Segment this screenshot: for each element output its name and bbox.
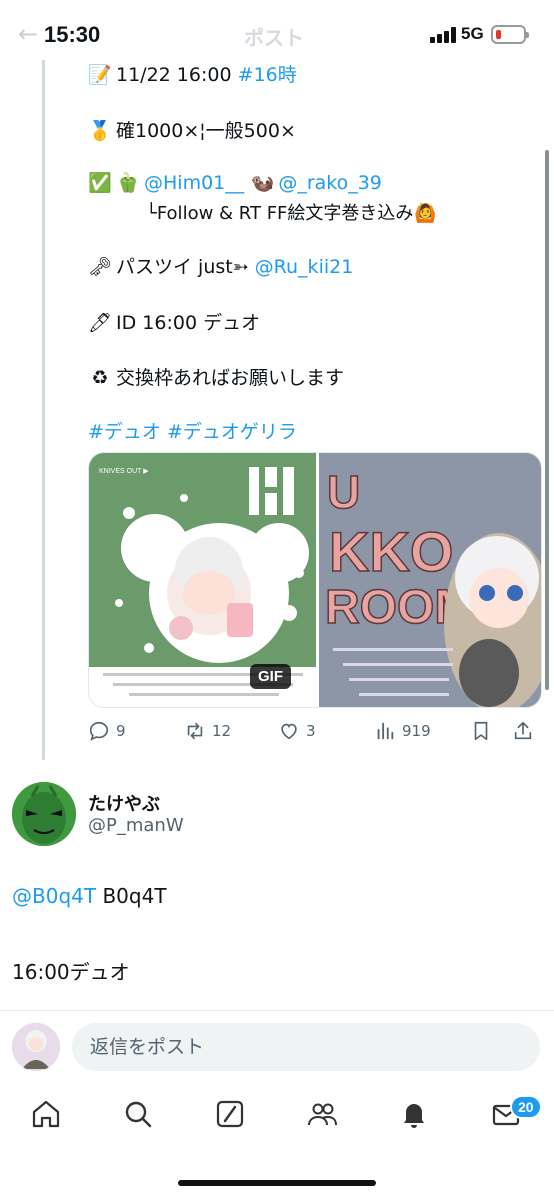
avatar[interactable] <box>12 782 76 846</box>
media-gif-right[interactable]: U KKO ROOM <box>319 453 541 707</box>
back-arrow-icon[interactable]: ← <box>18 20 38 48</box>
search-icon <box>125 1101 152 1128</box>
communities-icon <box>308 1103 337 1126</box>
clock: 15:30 <box>44 22 101 47</box>
tweet-line-hashtags: #デュオ #デュオゲリラ <box>88 417 297 444</box>
heart-icon <box>281 723 297 740</box>
gif-badge: GIF <box>250 664 291 689</box>
bookmark-button[interactable] <box>470 720 492 742</box>
medal-icon: 🥇 <box>88 120 112 142</box>
grok-icon <box>216 1100 244 1128</box>
battery-icon <box>491 25 529 44</box>
like-button[interactable]: 3 <box>278 720 316 742</box>
reply-count: 9 <box>116 722 126 740</box>
mention-link[interactable]: @B0q4T <box>12 884 96 908</box>
avatar-image <box>12 782 76 846</box>
reply-input[interactable] <box>72 1023 540 1071</box>
scrollbar[interactable] <box>545 150 549 690</box>
tab-grok[interactable] <box>214 1098 246 1130</box>
thread-line <box>42 60 45 760</box>
bar-chart-icon <box>377 722 394 740</box>
tweet-line-id: 🖊 ID 16:00 デュオ <box>88 312 261 334</box>
reply-button[interactable]: 9 <box>88 720 126 742</box>
memo-icon: 📝 <box>88 64 112 86</box>
reply-line-2: 16:00デュオ <box>12 960 130 984</box>
share-icon <box>514 721 532 740</box>
check-icon: ✅ <box>88 172 112 194</box>
tab-home[interactable] <box>30 1098 62 1130</box>
reply-line-1: @B0q4T B0q4T <box>12 884 167 908</box>
view-count: 919 <box>402 722 431 740</box>
bookmark-icon <box>474 721 488 741</box>
otter-icon: 🦦 <box>250 172 275 194</box>
page-title: ポスト <box>244 26 304 50</box>
key-icon: 🗝 <box>88 256 113 278</box>
home-icon <box>32 1100 60 1128</box>
my-avatar-image <box>12 1023 60 1071</box>
repost-count: 12 <box>212 722 232 740</box>
user-handle[interactable]: @P_manW <box>88 815 184 836</box>
tweet-line-mentions: ✅ 🫑 @Him01__ 🦦 @_rako_39 <box>88 171 382 194</box>
reply-icon <box>89 721 109 741</box>
tweet-line-exchange: ♻ 交換枠あればお願いします <box>88 363 344 390</box>
cellular-signal-icon <box>430 27 456 43</box>
hashtag-link[interactable]: #16時 <box>238 64 297 86</box>
recycle-icon: ♻ <box>91 367 109 389</box>
tweet-media[interactable]: KNIVES OUT ▶ U KKO ROOM <box>88 452 542 708</box>
repost-icon <box>187 722 203 740</box>
network-type: 5G <box>461 24 484 43</box>
pen-icon: 🖊 <box>88 312 113 334</box>
home-indicator <box>178 1180 376 1186</box>
svg-text:U: U <box>327 466 360 518</box>
display-name[interactable]: たけやぶ <box>88 790 160 816</box>
mention-link[interactable]: @Ru_kii21 <box>255 256 354 278</box>
messages-badge: 20 <box>510 1095 542 1119</box>
pepper-icon: 🫑 <box>116 172 140 194</box>
person-gesture-icon: 🙆 <box>414 203 437 224</box>
tweet-line-prize: 🥇 確1000×¦一般500× <box>88 120 296 142</box>
tab-search[interactable] <box>122 1098 154 1130</box>
reply-composer <box>0 1010 554 1082</box>
tweet-line-date: 📝 11/22 16:00 #16時 <box>88 64 297 86</box>
tab-notifications[interactable] <box>398 1098 430 1130</box>
views-button[interactable]: 919 <box>374 720 431 742</box>
my-avatar[interactable] <box>12 1023 60 1071</box>
like-count: 3 <box>306 722 316 740</box>
svg-text:KNIVES OUT ▶: KNIVES OUT ▶ <box>99 468 149 475</box>
mention-link[interactable]: @_rako_39 <box>278 172 382 194</box>
illustration-right: U KKO ROOM <box>324 465 541 707</box>
tweet-line-password: 🗝 パスツイ just➳ @Ru_kii21 <box>88 256 354 278</box>
tab-communities[interactable] <box>306 1098 338 1130</box>
hashtag-link[interactable]: #デュオ #デュオゲリラ <box>88 421 297 443</box>
status-bar: ← ポスト 15:30 5G <box>0 0 554 68</box>
mention-link[interactable]: @Him01__ <box>144 172 244 194</box>
repost-button[interactable]: 12 <box>184 720 231 742</box>
tweet-line-follow: └Follow & RT FF絵文字巻き込み🙆 <box>146 203 437 224</box>
bell-icon <box>404 1104 424 1128</box>
share-button[interactable] <box>512 720 534 742</box>
tweet-actions: 9 12 3 919 <box>88 720 548 746</box>
svg-text:KKO: KKO <box>329 520 453 583</box>
